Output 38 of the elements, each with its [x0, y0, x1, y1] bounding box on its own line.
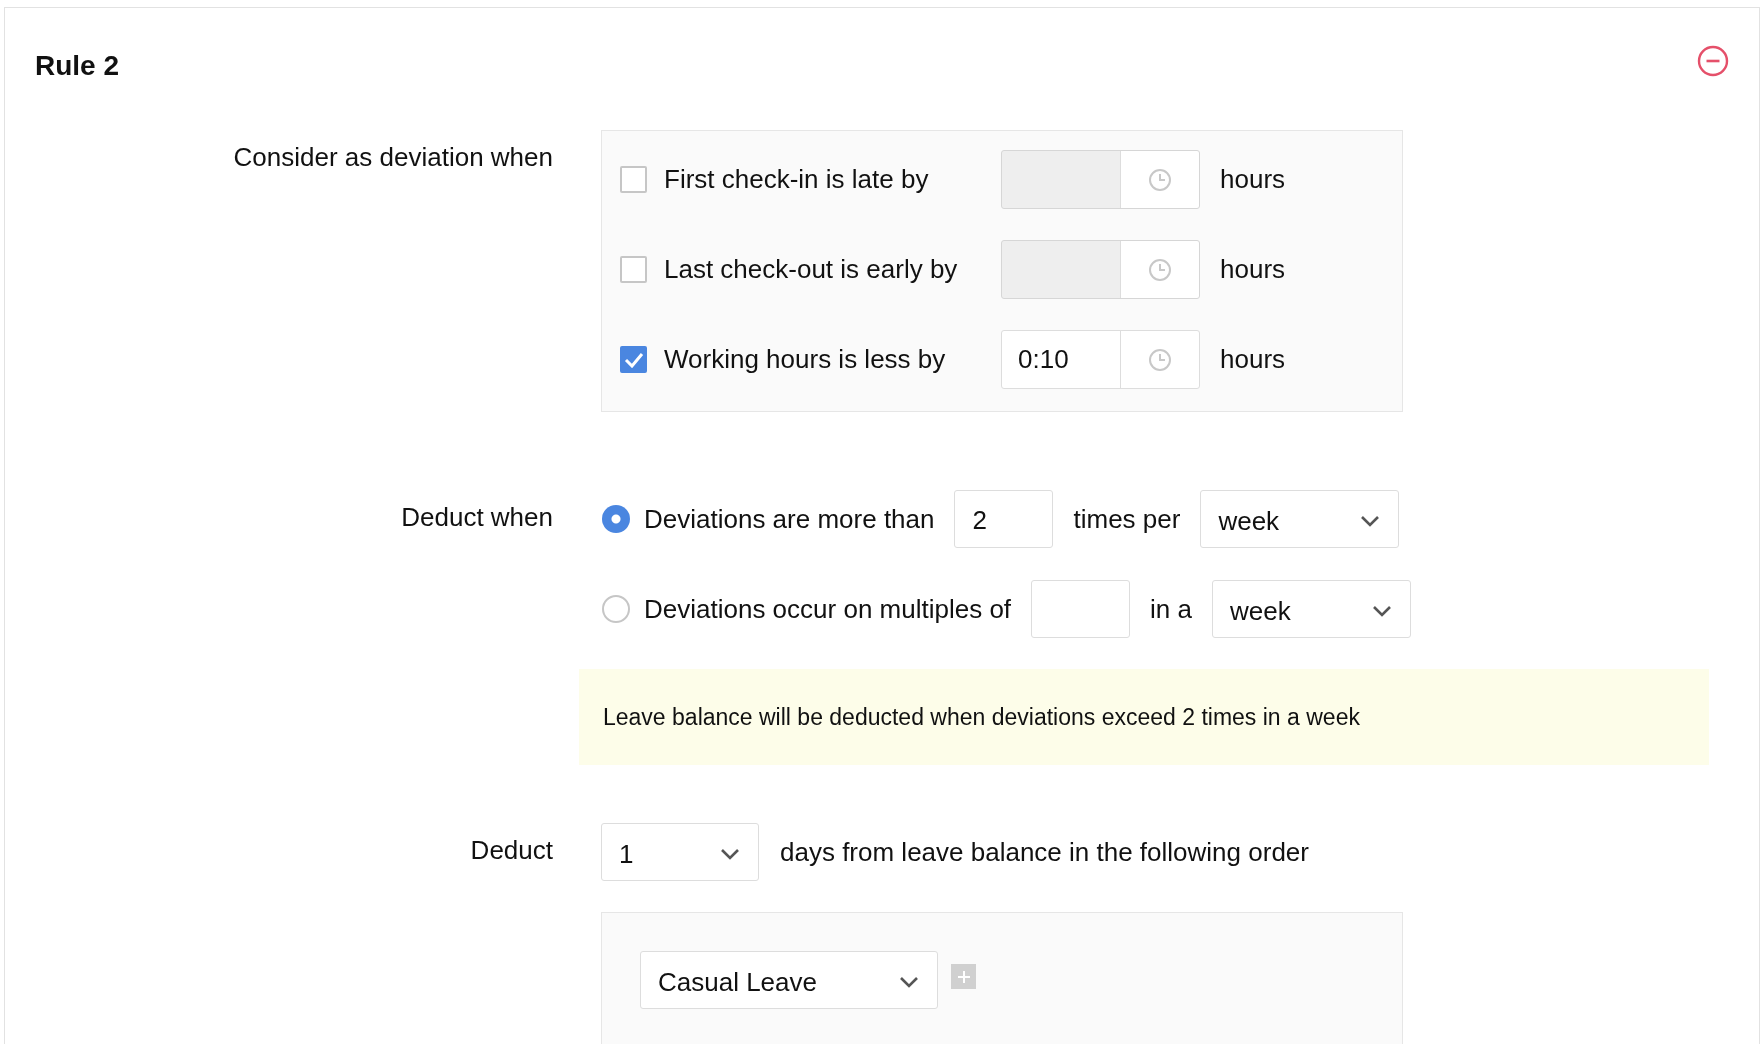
minus-circle-icon: [1697, 45, 1729, 77]
number-field[interactable]: 2: [954, 490, 1054, 548]
number-field[interactable]: [1031, 580, 1131, 638]
connector-label: in a: [1150, 593, 1192, 625]
field-label: Consider as deviation when: [232, 141, 553, 174]
checkmark-icon: [623, 351, 644, 368]
caret-icon: [1360, 515, 1381, 527]
clock-icon: [1148, 347, 1172, 372]
remove-button[interactable]: [1697, 45, 1729, 77]
clock-icon: [1148, 167, 1172, 192]
dropdown[interactable]: week: [1200, 490, 1400, 548]
checkbox-label: Last check-out is early by: [664, 254, 959, 285]
checkbox[interactable]: [620, 346, 647, 373]
radio-label: Deviations occur on multiples of: [644, 593, 1012, 625]
caret-icon: [899, 976, 919, 988]
unit-label: hours: [1220, 164, 1286, 195]
unit-label: hours: [1220, 254, 1286, 285]
checkbox-label: First check-in is late by: [664, 164, 930, 195]
description-text: days from leave balance in the following order: [780, 836, 1309, 868]
plus-icon: [956, 969, 971, 984]
radio-button[interactable]: [602, 595, 630, 623]
radio-label: Deviations are more than: [644, 503, 935, 535]
field-label: Deduct when: [400, 501, 553, 534]
rule-title: Rule 2: [35, 50, 120, 82]
dropdown[interactable]: Casual Leave: [640, 951, 938, 1009]
connector-label: times per: [1073, 503, 1181, 535]
clock-icon: [1148, 257, 1172, 282]
time-field[interactable]: 0:10: [1001, 330, 1200, 389]
notice-text: Leave balance will be deducted when deviations exceed 2 times in a week: [603, 703, 1360, 731]
checkbox-label: Working hours is less by: [664, 344, 947, 375]
caret-icon: [1372, 605, 1392, 617]
dropdown[interactable]: week: [1212, 580, 1411, 638]
unit-label: hours: [1220, 344, 1286, 375]
dropdown[interactable]: 1: [601, 823, 759, 881]
radio-button[interactable]: [602, 505, 630, 533]
field-label: Deduct: [469, 834, 553, 867]
caret-icon: [720, 848, 740, 860]
add-button[interactable]: [951, 964, 976, 989]
